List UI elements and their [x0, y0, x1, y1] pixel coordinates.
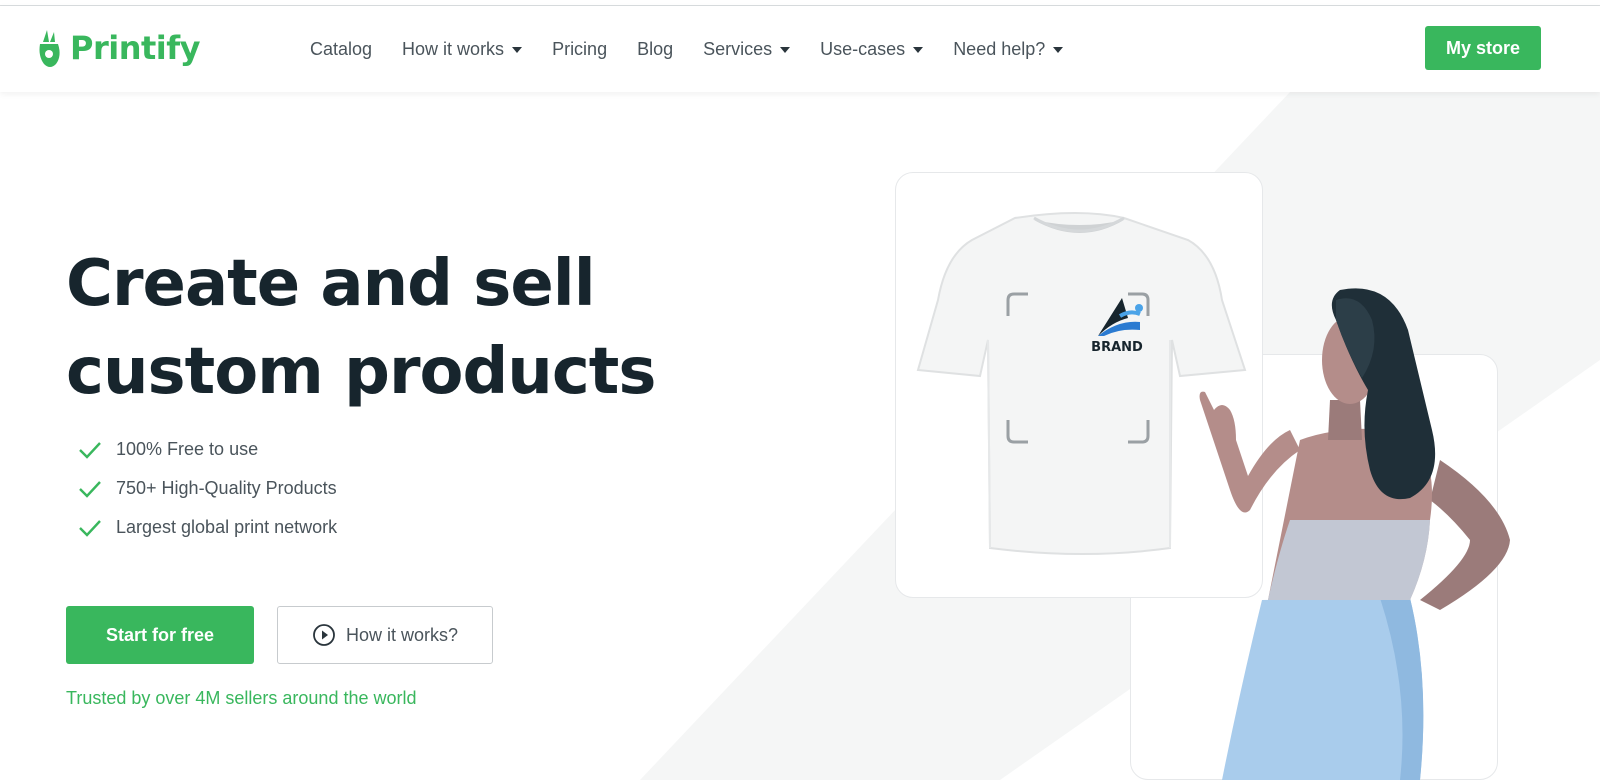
nav-item-label: Blog: [637, 38, 674, 59]
caret-down-icon: [913, 47, 924, 53]
nav-item-label: Need help?: [953, 38, 1046, 59]
top-navigation-bar: Printify Catalog How it works Pricing Bl…: [0, 6, 1600, 92]
nav-item-label: Services: [703, 38, 773, 59]
nav-item-label: Pricing: [552, 38, 608, 59]
nav-item-how-it-works[interactable]: How it works: [402, 38, 523, 60]
nav-item-label: How it works: [402, 38, 505, 59]
nav-item-label: Use-cases: [820, 38, 906, 59]
hero-illustration: BRAND: [916, 212, 1510, 780]
my-store-button[interactable]: My store: [1425, 26, 1541, 70]
nav-item-need-help[interactable]: Need help?: [953, 38, 1064, 60]
nav-item-services[interactable]: Services: [703, 38, 791, 60]
woman-pointing-illustration: [1199, 288, 1510, 780]
printify-logo-icon: [39, 30, 60, 67]
caret-down-icon: [1053, 47, 1064, 53]
tshirt-icon: [916, 212, 1247, 555]
nav-item-catalog[interactable]: Catalog: [310, 39, 372, 60]
main-nav: Catalog How it works Pricing Blog Servic…: [310, 6, 1093, 92]
nav-item-label: Catalog: [310, 38, 373, 59]
brand-logo[interactable]: Printify: [34, 26, 201, 70]
nav-item-blog[interactable]: Blog: [637, 39, 673, 60]
nav-item-use-cases[interactable]: Use-cases: [820, 38, 924, 60]
tshirt-brand-text: BRAND: [1091, 340, 1143, 355]
caret-down-icon: [780, 47, 791, 53]
brand-name: Printify: [70, 29, 201, 67]
caret-down-icon: [512, 47, 523, 53]
nav-item-pricing[interactable]: Pricing: [552, 39, 607, 60]
